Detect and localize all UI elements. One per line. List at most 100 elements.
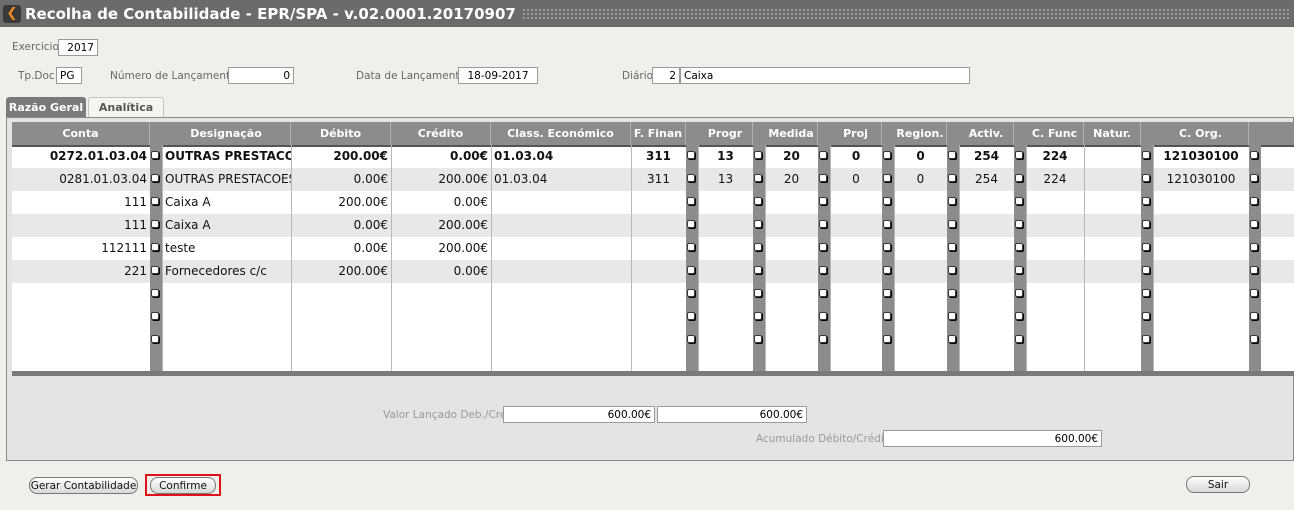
lookup-checkbox-icon[interactable] bbox=[1250, 266, 1258, 274]
cell-proj[interactable]: 0 bbox=[830, 168, 882, 191]
lookup-checkbox-icon[interactable] bbox=[754, 266, 762, 274]
cell-progr[interactable] bbox=[698, 214, 753, 237]
cell-natur[interactable] bbox=[1084, 145, 1141, 168]
lookup-checkbox-icon[interactable] bbox=[1015, 220, 1023, 228]
confirme-button[interactable]: Confirme bbox=[150, 477, 216, 494]
lookup-checkbox-icon[interactable] bbox=[1250, 151, 1258, 159]
lookup-checkbox-icon[interactable] bbox=[1142, 174, 1150, 182]
cell-debito[interactable]: 200.00€ bbox=[291, 145, 391, 168]
cell-cfunc[interactable] bbox=[1026, 237, 1084, 260]
numlanc-field[interactable]: 0 bbox=[228, 67, 294, 84]
lookup-checkbox-icon[interactable] bbox=[151, 220, 159, 228]
cell-conta[interactable]: 112111 bbox=[12, 237, 150, 260]
lookup-checkbox-icon[interactable] bbox=[754, 174, 762, 182]
cell-region[interactable] bbox=[894, 260, 947, 283]
cell-progr[interactable] bbox=[698, 237, 753, 260]
empty-row[interactable] bbox=[12, 329, 1294, 352]
col-header-activ[interactable]: Activ. bbox=[959, 122, 1014, 145]
cell-debito[interactable]: 0.00€ bbox=[291, 214, 391, 237]
lookup-checkbox-icon[interactable] bbox=[948, 243, 956, 251]
cell-medida[interactable]: 20 bbox=[765, 168, 818, 191]
cell-progr[interactable] bbox=[698, 260, 753, 283]
lookup-checkbox-icon[interactable] bbox=[1015, 174, 1023, 182]
lookup-checkbox-icon[interactable] bbox=[754, 312, 762, 320]
cell-medida[interactable]: 20 bbox=[765, 145, 818, 168]
lookup-checkbox-icon[interactable] bbox=[948, 174, 956, 182]
cell-natur[interactable] bbox=[1084, 260, 1141, 283]
cell-finan[interactable] bbox=[631, 237, 686, 260]
lookup-checkbox-icon[interactable] bbox=[1142, 335, 1150, 343]
lookup-checkbox-icon[interactable] bbox=[1250, 335, 1258, 343]
cell-cfunc[interactable]: 224 bbox=[1026, 168, 1084, 191]
cell-finan[interactable]: 311 bbox=[631, 168, 686, 191]
lookup-checkbox-icon[interactable] bbox=[151, 174, 159, 182]
diario-code-field[interactable]: 2 bbox=[652, 67, 680, 84]
lookup-checkbox-icon[interactable] bbox=[1142, 243, 1150, 251]
cell-region[interactable] bbox=[894, 191, 947, 214]
col-header-medida[interactable]: Medida bbox=[765, 122, 818, 145]
cell-credito[interactable]: 200.00€ bbox=[391, 168, 491, 191]
col-header-region[interactable]: Region. bbox=[894, 122, 947, 145]
lookup-checkbox-icon[interactable] bbox=[1015, 266, 1023, 274]
cell-cfunc[interactable] bbox=[1026, 191, 1084, 214]
lookup-checkbox-icon[interactable] bbox=[1250, 220, 1258, 228]
cell-proj[interactable]: 0 bbox=[830, 145, 882, 168]
cell-classeco[interactable] bbox=[491, 237, 631, 260]
cell-corg[interactable]: 121030100 bbox=[1153, 145, 1249, 168]
lookup-checkbox-icon[interactable] bbox=[1142, 220, 1150, 228]
lookup-checkbox-icon[interactable] bbox=[948, 220, 956, 228]
cell-corg[interactable] bbox=[1153, 237, 1249, 260]
lookup-checkbox-icon[interactable] bbox=[948, 335, 956, 343]
lookup-checkbox-icon[interactable] bbox=[819, 289, 827, 297]
lookup-checkbox-icon[interactable] bbox=[687, 289, 695, 297]
table-row[interactable]: 111 Caixa A 0.00€ 200.00€ bbox=[12, 214, 1294, 237]
col-header-finan[interactable]: F. Finan bbox=[631, 122, 686, 145]
lookup-checkbox-icon[interactable] bbox=[883, 289, 891, 297]
cell-region[interactable] bbox=[894, 237, 947, 260]
cell-cfunc[interactable] bbox=[1026, 260, 1084, 283]
cell-medida[interactable] bbox=[765, 237, 818, 260]
lookup-checkbox-icon[interactable] bbox=[948, 289, 956, 297]
table-row[interactable]: 0272.01.03.04 OUTRAS PRESTACOES DE SERVIC… bbox=[12, 145, 1294, 168]
cell-medida[interactable] bbox=[765, 191, 818, 214]
cell-cfunc[interactable] bbox=[1026, 214, 1084, 237]
cell-medida[interactable] bbox=[765, 214, 818, 237]
lookup-checkbox-icon[interactable] bbox=[687, 197, 695, 205]
cell-progr[interactable] bbox=[698, 191, 753, 214]
cell-activ[interactable] bbox=[959, 260, 1014, 283]
lookup-checkbox-icon[interactable] bbox=[883, 151, 891, 159]
cell-designacao[interactable]: Caixa A bbox=[162, 191, 291, 214]
lookup-checkbox-icon[interactable] bbox=[151, 312, 159, 320]
lookup-checkbox-icon[interactable] bbox=[687, 312, 695, 320]
table-row[interactable]: 112111 teste 0.00€ 200.00€ bbox=[12, 237, 1294, 260]
cell-activ[interactable] bbox=[959, 214, 1014, 237]
cell-conta[interactable]: 0272.01.03.04 bbox=[12, 145, 150, 168]
cell-proj[interactable] bbox=[830, 214, 882, 237]
cell-region[interactable]: 0 bbox=[894, 145, 947, 168]
lookup-checkbox-icon[interactable] bbox=[687, 243, 695, 251]
lookup-checkbox-icon[interactable] bbox=[883, 243, 891, 251]
lookup-checkbox-icon[interactable] bbox=[883, 335, 891, 343]
lookup-checkbox-icon[interactable] bbox=[754, 243, 762, 251]
lookup-checkbox-icon[interactable] bbox=[1250, 289, 1258, 297]
lookup-checkbox-icon[interactable] bbox=[883, 220, 891, 228]
lookup-checkbox-icon[interactable] bbox=[151, 335, 159, 343]
lookup-checkbox-icon[interactable] bbox=[1015, 243, 1023, 251]
cell-cfunc[interactable]: 224 bbox=[1026, 145, 1084, 168]
cell-corg[interactable] bbox=[1153, 214, 1249, 237]
diario-name-field[interactable]: Caixa bbox=[680, 67, 970, 84]
lookup-checkbox-icon[interactable] bbox=[754, 289, 762, 297]
lookup-checkbox-icon[interactable] bbox=[1015, 335, 1023, 343]
cell-credito[interactable]: 0.00€ bbox=[391, 145, 491, 168]
lookup-checkbox-icon[interactable] bbox=[151, 151, 159, 159]
lookup-checkbox-icon[interactable] bbox=[819, 151, 827, 159]
cell-activ[interactable] bbox=[959, 237, 1014, 260]
col-header-corg[interactable]: C. Org. bbox=[1153, 122, 1249, 145]
cell-credito[interactable]: 0.00€ bbox=[391, 191, 491, 214]
lookup-checkbox-icon[interactable] bbox=[754, 220, 762, 228]
cell-finan[interactable]: 311 bbox=[631, 145, 686, 168]
datalanc-field[interactable]: 18-09-2017 bbox=[458, 67, 538, 84]
cell-classeco[interactable] bbox=[491, 191, 631, 214]
lookup-checkbox-icon[interactable] bbox=[819, 312, 827, 320]
cell-progr[interactable]: 13 bbox=[698, 145, 753, 168]
